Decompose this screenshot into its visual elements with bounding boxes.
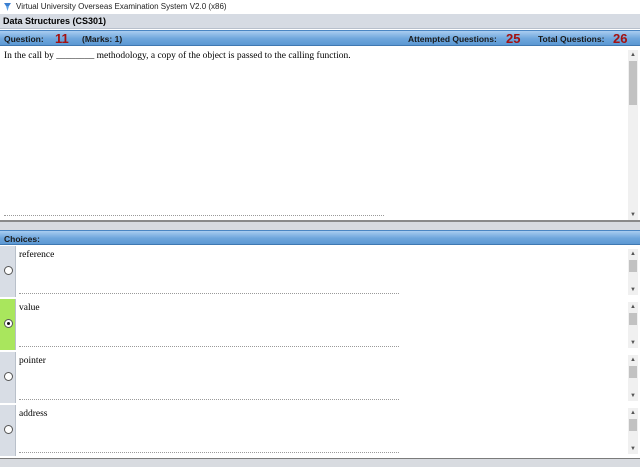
radio-selected-dot-icon: [7, 322, 10, 325]
scrollbar-thumb[interactable]: [629, 419, 637, 431]
question-scrollbar[interactable]: ▲ ▼: [628, 50, 638, 220]
scroll-up-arrow-icon[interactable]: ▲: [628, 408, 638, 418]
choice-underline: [19, 293, 399, 294]
choice-scrollbar[interactable]: ▲ ▼: [628, 408, 638, 454]
scroll-down-arrow-icon[interactable]: ▼: [628, 338, 638, 348]
scroll-down-arrow-icon[interactable]: ▼: [628, 391, 638, 401]
window-title: Virtual University Overseas Examination …: [16, 2, 227, 11]
scroll-up-arrow-icon[interactable]: ▲: [628, 302, 638, 312]
choice-text: address: [19, 409, 48, 419]
scrollbar-thumb[interactable]: [629, 260, 637, 272]
window-title-bar: Virtual University Overseas Examination …: [0, 0, 640, 14]
choice-radio-cell[interactable]: [0, 246, 16, 297]
attempted-questions-count: 25: [506, 31, 521, 46]
app-logo-icon: [4, 3, 11, 11]
subject-bar: Data Structures (CS301): [0, 14, 640, 29]
scroll-up-arrow-icon[interactable]: ▲: [628, 355, 638, 365]
question-text-area: In the call by ________ methodology, a c…: [0, 46, 640, 222]
scrollbar-thumb[interactable]: [629, 366, 637, 378]
choice-text: value: [19, 303, 40, 313]
choice-scrollbar[interactable]: ▲ ▼: [628, 302, 638, 348]
question-text: In the call by ________ methodology, a c…: [4, 51, 351, 61]
choice-scrollbar[interactable]: ▲ ▼: [628, 355, 638, 401]
marks-label: (Marks: 1): [82, 34, 123, 44]
choice-radio-cell-selected[interactable]: [0, 299, 16, 350]
radio-button[interactable]: [4, 372, 13, 381]
choice-scrollbar[interactable]: ▲ ▼: [628, 249, 638, 295]
question-label: Question:: [4, 34, 44, 44]
choice-option-2[interactable]: value ▲ ▼: [0, 299, 640, 354]
total-questions-count: 26: [613, 31, 628, 46]
scrollbar-thumb[interactable]: [629, 313, 637, 325]
choice-option-1[interactable]: reference ▲ ▼: [0, 246, 640, 301]
choice-radio-cell[interactable]: [0, 405, 16, 456]
separator-bar: [0, 222, 640, 230]
bottom-bar: [0, 459, 640, 467]
question-number: 11: [55, 31, 69, 46]
radio-button[interactable]: [4, 266, 13, 275]
choices-label: Choices:: [4, 234, 40, 244]
choice-radio-cell[interactable]: [0, 352, 16, 403]
scroll-up-arrow-icon[interactable]: ▲: [628, 249, 638, 259]
scroll-down-arrow-icon[interactable]: ▼: [628, 210, 638, 220]
choice-option-4[interactable]: address ▲ ▼: [0, 405, 640, 460]
choice-underline: [19, 399, 399, 400]
radio-button[interactable]: [4, 425, 13, 434]
scroll-up-arrow-icon[interactable]: ▲: [628, 50, 638, 60]
attempted-questions-label: Attempted Questions:: [408, 34, 497, 44]
choice-underline: [19, 346, 399, 347]
scrollbar-thumb[interactable]: [629, 61, 637, 105]
choices-header-bar: Choices:: [0, 230, 640, 245]
choice-text: pointer: [19, 356, 46, 366]
radio-button-selected[interactable]: [4, 319, 13, 328]
total-questions-label: Total Questions:: [538, 34, 605, 44]
question-underline: [4, 215, 384, 216]
choice-underline: [19, 452, 399, 453]
choice-option-3[interactable]: pointer ▲ ▼: [0, 352, 640, 407]
subject-title: Data Structures (CS301): [3, 16, 107, 26]
scroll-down-arrow-icon[interactable]: ▼: [628, 444, 638, 454]
choice-text: reference: [19, 250, 55, 260]
question-info-bar: Question: 11 (Marks: 1) Attempted Questi…: [0, 30, 640, 46]
scroll-down-arrow-icon[interactable]: ▼: [628, 285, 638, 295]
